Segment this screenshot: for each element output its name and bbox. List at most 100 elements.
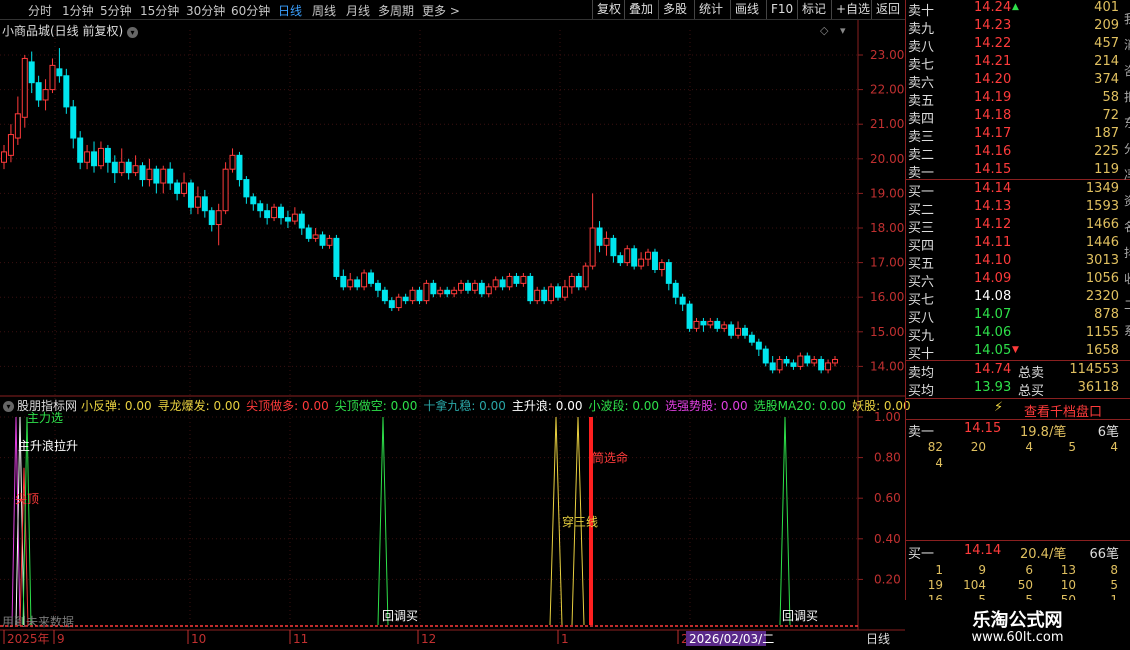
period-tab[interactable]: 周线 (312, 2, 336, 19)
toolbar-button[interactable]: 标记 (797, 0, 831, 19)
order-level-label: 卖八 (908, 40, 935, 55)
news-column-char: 收 (1124, 270, 1130, 287)
period-tab[interactable]: 更多 > (422, 2, 460, 19)
toolbar-button[interactable]: 返回 (871, 0, 905, 19)
candle (278, 206, 284, 219)
toolbar-button[interactable]: F10 (766, 0, 797, 19)
period-tab[interactable]: 日线 (278, 2, 302, 19)
candle (430, 282, 437, 295)
candle (811, 358, 818, 364)
total-volume: 36118 (1077, 380, 1119, 395)
toolbar-button[interactable]: 多股 (658, 0, 692, 19)
period-tab[interactable]: 15分钟 (140, 2, 179, 19)
toolbar-button[interactable]: 画线 (730, 0, 764, 19)
divider (906, 360, 1130, 361)
buy-level-row[interactable]: 买五 14.10 3013 (906, 253, 1130, 272)
order-volume: 1155 (1085, 325, 1119, 340)
candle (672, 282, 679, 298)
candle (167, 168, 174, 184)
order-volume: 209 (1094, 18, 1119, 33)
candle (174, 182, 181, 194)
order-volume: 1056 (1085, 271, 1119, 286)
candle (755, 341, 762, 350)
order-volume: 1446 (1085, 235, 1119, 250)
candle (582, 265, 589, 288)
candle (264, 210, 271, 219)
candle (513, 275, 520, 284)
order-price: 14.22 (974, 36, 1012, 51)
period-tab[interactable]: 30分钟 (186, 2, 225, 19)
buy-level-row[interactable]: 买二 14.13 1593 (906, 199, 1130, 218)
sell-level-row[interactable]: 卖九 14.23 209 (906, 18, 1130, 37)
toolbar-button[interactable]: 复权 (592, 0, 624, 19)
sell-level-row[interactable]: 卖五 14.19 58 (906, 90, 1130, 109)
order-price: 14.20 (974, 72, 1012, 87)
collapse-panel-icon[interactable]: ▾ (840, 24, 846, 37)
buy-level-row[interactable]: 买三 14.12 1466 (906, 217, 1130, 236)
buy-level-row[interactable]: 买八 14.07 878 (906, 307, 1130, 326)
order-price: 14.09 (974, 271, 1012, 286)
sell-level-row[interactable]: 卖三 14.17 187 (906, 126, 1130, 145)
candle (534, 289, 541, 302)
buy-level-row[interactable]: 买九 14.06 1155 (906, 325, 1130, 344)
sell-level-row[interactable]: 卖四 14.18 72 (906, 108, 1130, 127)
period-tab[interactable]: 1分钟 (62, 2, 94, 19)
queue-volume: 104 (963, 578, 986, 592)
period-tab[interactable]: 月线 (346, 2, 370, 19)
signal-spike (377, 416, 389, 626)
order-price: 14.15 (974, 162, 1012, 177)
buy-level-row[interactable]: 买七 14.08 2320 (906, 289, 1130, 308)
buy-level-row[interactable]: 买四 14.11 1446 (906, 235, 1130, 254)
news-column-char: 名 (1124, 218, 1130, 235)
candle (368, 272, 375, 284)
chevron-down-icon[interactable]: ▾ (127, 27, 139, 38)
order-price: 14.10 (974, 253, 1012, 268)
cursor-date: 2026/02/03/二 (689, 632, 774, 646)
sell-level-row[interactable]: 卖七 14.21 214 (906, 54, 1130, 73)
collapse-icon[interactable]: ▾ (3, 401, 14, 412)
sell-level-row[interactable]: 卖二 14.16 225 (906, 144, 1130, 163)
candle (700, 320, 707, 326)
candle (319, 234, 326, 246)
sell-level-row[interactable]: 卖八 14.22 457 (906, 36, 1130, 55)
candle (291, 213, 298, 222)
queue-volume: 6 (1025, 563, 1033, 577)
toolbar-button[interactable]: 叠加 (624, 0, 658, 19)
candle (617, 255, 624, 264)
kline-chart[interactable]: 23.00 22.00 21.00 20.00 19.00 18.00 17.00 16.00… (0, 20, 905, 650)
news-column-char: 东 (1124, 114, 1130, 131)
candle (194, 196, 201, 208)
candle (271, 206, 278, 219)
order-level-label: 卖四 (908, 112, 935, 127)
candle (340, 275, 347, 288)
buy-level-row[interactable]: 买一 14.14 1349 (906, 181, 1130, 200)
period-tab[interactable]: 60分钟 (231, 2, 270, 19)
queue-volume: 20 (970, 440, 986, 454)
period-tab[interactable]: 分时 (28, 2, 52, 19)
queue-volume: 4 (935, 456, 943, 470)
candle (679, 296, 686, 305)
candle (776, 358, 783, 371)
sub-y-tick-label: 0.40 (874, 532, 901, 546)
period-label[interactable]: 日线 (866, 632, 890, 646)
sell-level-row[interactable]: 卖一 14.15 119 (906, 162, 1130, 181)
diamond-icon[interactable]: ◇ (820, 24, 829, 37)
order-level-label: 卖五 (908, 94, 935, 109)
candle (63, 75, 70, 108)
queue-price: 14.15 (964, 421, 1002, 436)
order-price: 14.06 (974, 325, 1012, 340)
up-arrow-icon: ▲ (1012, 2, 1019, 12)
y-tick-label: 22.00 (870, 83, 904, 97)
view-thousand-levels-button[interactable]: ⚡ 查看千档盘口 (906, 399, 1130, 420)
news-column-char: 系 (1124, 322, 1130, 339)
toolbar-button[interactable]: +自选 (831, 0, 871, 19)
order-level-label: 买一 (908, 185, 935, 200)
candle (506, 275, 513, 288)
indicator-name: 股朋指标网 (17, 399, 78, 413)
buy-level-row[interactable]: 买六 14.09 1056 (906, 271, 1130, 290)
toolbar-button[interactable]: 统计 (694, 0, 728, 19)
sell-level-row[interactable]: 卖六 14.20 374 (906, 72, 1130, 91)
period-tab[interactable]: 多周期 (378, 2, 414, 19)
avg-price: 13.93 (974, 380, 1012, 395)
period-tab[interactable]: 5分钟 (100, 2, 132, 19)
